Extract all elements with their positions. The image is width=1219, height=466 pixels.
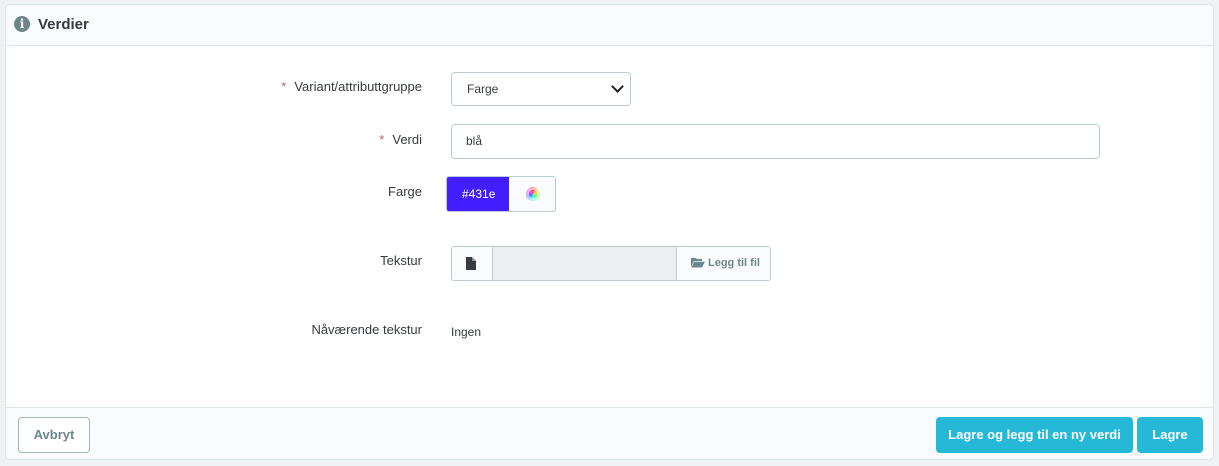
- required-marker: *: [379, 132, 385, 147]
- file-icon: [466, 257, 476, 270]
- value-input-text: blå: [466, 134, 483, 148]
- file-icon-box: [452, 247, 493, 280]
- current-texture-value: Ingen: [451, 325, 482, 339]
- attribute-group-label: * Variant/attributtgruppe: [281, 79, 422, 94]
- save-and-add-button[interactable]: Lagre og legg til en ny verdi: [936, 417, 1133, 453]
- panel-heading: i Verdier: [6, 5, 1213, 46]
- color-picker[interactable]: #431e: [446, 176, 556, 212]
- color-value-input[interactable]: #431e: [447, 177, 509, 211]
- attribute-group-select[interactable]: Farge: [451, 72, 631, 106]
- save-button[interactable]: Lagre: [1137, 417, 1203, 453]
- value-input[interactable]: blå: [451, 124, 1100, 159]
- attribute-group-selected: Farge: [467, 82, 499, 96]
- folder-open-icon: [691, 258, 705, 268]
- color-wheel-icon[interactable]: [526, 187, 540, 201]
- chevron-down-icon: [611, 80, 624, 93]
- info-icon: i: [14, 16, 30, 32]
- required-marker: *: [281, 79, 287, 94]
- panel-footer: Avbryt Lagre og legg til en ny verdi Lag…: [6, 407, 1213, 459]
- add-file-button[interactable]: Legg til fil: [676, 247, 770, 280]
- panel-title: Verdier: [38, 16, 89, 33]
- file-name-field[interactable]: [493, 247, 676, 280]
- current-texture-label: Nåværende tekstur: [311, 322, 422, 337]
- cancel-button[interactable]: Avbryt: [18, 417, 90, 453]
- values-panel: i Verdier * Variant/attributtgruppe Farge…: [5, 4, 1214, 460]
- texture-label: Tekstur: [380, 253, 422, 268]
- texture-file-input[interactable]: Legg til fil: [451, 246, 771, 281]
- value-label: * Verdi: [379, 132, 422, 147]
- color-label: Farge: [388, 184, 422, 199]
